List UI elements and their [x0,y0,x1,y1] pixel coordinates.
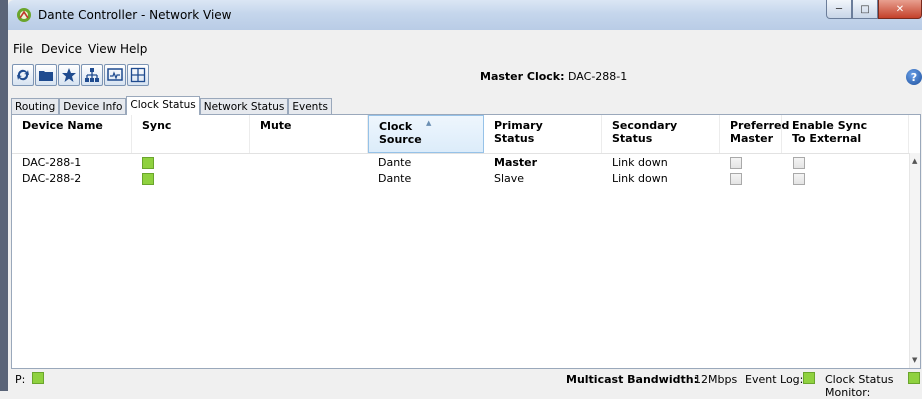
desktop-edge [0,0,8,391]
refresh-icon [17,69,29,81]
folder-icon [39,71,53,81]
primary-status-cell: Master [494,156,538,169]
add-button[interactable] [127,64,149,86]
master-clock-readout: Master Clock: DAC-288-1 [480,70,627,83]
sort-ascending-icon: ▲ [426,119,432,127]
header-label: Sync [142,119,172,132]
open-button[interactable] [35,64,57,86]
scroll-up-icon[interactable]: ▲ [912,157,917,165]
tab-network-status[interactable]: Network Status [199,98,289,115]
header-sync[interactable]: Sync [132,115,250,153]
minimize-icon: ─ [835,3,843,15]
header-label: Secondary Status [612,119,678,145]
primary-status-cell: Slave [494,172,525,185]
menu-file[interactable]: File [13,42,33,56]
enable-sync-checkbox[interactable] [793,157,805,169]
network-icon [85,68,99,82]
sync-status-led [142,173,154,185]
bandwidth-value: 12Mbps [694,373,738,386]
header-device-name[interactable]: Device Name [12,115,132,153]
header-preferred-master[interactable]: Preferred Master [720,115,789,153]
device-name-cell: DAC-288-2 [22,172,82,185]
header-primary-status[interactable]: Primary Status [484,115,602,153]
minimize-button[interactable]: ─ [826,0,852,19]
master-clock-label: Master Clock: [480,70,565,83]
event-log-led[interactable] [803,372,815,384]
clock-source-cell: Dante [378,156,412,169]
favorites-button[interactable] [58,64,80,86]
menu-device[interactable]: Device [41,42,82,56]
header-secondary-status[interactable]: Secondary Status [602,115,720,153]
header-label: Device Name [22,119,103,132]
bandwidth-label: Multicast Bandwidth: [566,373,698,386]
maximize-icon: □ [860,3,870,15]
table-header: Device Name Sync Mute ▲ Clock Source Prim… [12,115,909,154]
clock-status-table: Device Name Sync Mute ▲ Clock Source Prim… [11,114,921,369]
enable-sync-checkbox[interactable] [793,173,805,185]
monitor-icon [107,68,123,81]
maximize-button[interactable]: □ [852,0,878,19]
title-bar[interactable]: Dante Controller - Network View ─ □ ✕ [8,0,922,30]
tab-clock-status[interactable]: Clock Status [126,96,200,115]
secondary-status-cell: Link down [612,156,668,169]
help-icon[interactable]: ? [906,69,922,85]
scroll-down-icon[interactable]: ▼ [912,356,917,364]
network-config-button[interactable] [81,64,103,86]
device-view-button[interactable] [104,64,126,86]
header-label: Preferred Master [730,119,790,145]
grid-plus-icon [130,67,146,83]
p-status-led [32,372,44,384]
menu-bar: File Device View Help [8,40,922,58]
star-icon [62,68,76,82]
menu-help[interactable]: Help [120,42,147,56]
refresh-button[interactable] [12,64,34,86]
dante-logo-icon [17,8,31,22]
tab-device-info[interactable]: Device Info [59,98,127,115]
header-label: Mute [260,119,292,132]
master-clock-value: DAC-288-1 [568,70,628,83]
tab-bar: Routing Device Info Clock Status Network… [11,96,332,115]
preferred-master-checkbox[interactable] [730,173,742,185]
clock-monitor-led[interactable] [908,372,920,384]
header-clock-source[interactable]: ▲ Clock Source [368,115,484,153]
vertical-scrollbar[interactable]: ▲ ▼ [909,153,920,368]
device-name-cell: DAC-288-1 [22,156,82,169]
window-title: Dante Controller - Network View [38,8,232,22]
secondary-status-cell: Link down [612,172,668,185]
close-icon: ✕ [895,3,905,15]
tab-events[interactable]: Events [288,98,332,115]
tab-routing[interactable]: Routing [11,98,60,115]
close-button[interactable]: ✕ [878,0,922,19]
header-mute[interactable]: Mute [250,115,368,153]
table-row[interactable]: DAC-288-2 Dante Slave Link down [12,171,909,187]
status-bar: P: Multicast Bandwidth: 12Mbps Event Log… [8,367,922,399]
menu-view[interactable]: View [88,42,116,56]
client-area: File Device View Help Master Clock: DAC-… [8,30,922,399]
header-label: Primary Status [494,119,543,145]
p-status-label: P: [15,373,26,386]
preferred-master-checkbox[interactable] [730,157,742,169]
table-row[interactable]: DAC-288-1 Dante Master Link down [12,155,909,171]
clock-source-cell: Dante [378,172,412,185]
toolbar: Master Clock: DAC-288-1 ? [8,62,922,92]
header-enable-sync[interactable]: Enable Sync To External [782,115,909,153]
header-label: Enable Sync To External [792,119,868,145]
sync-status-led [142,157,154,169]
event-log-label: Event Log: [745,373,804,386]
